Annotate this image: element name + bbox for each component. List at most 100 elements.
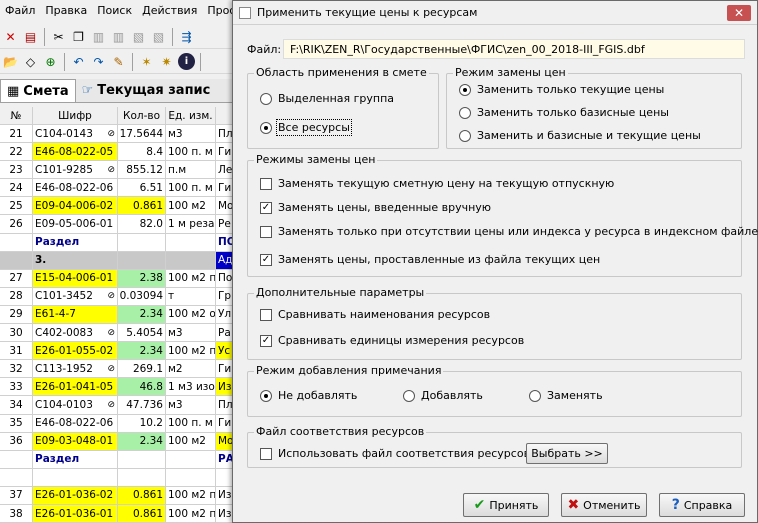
radio-selected-group[interactable]: Выделенная группа (260, 92, 394, 105)
redo-icon[interactable]: ↷ (90, 53, 107, 70)
table-row[interactable]: Раздел РА (0, 450, 240, 469)
radio-replace-both[interactable]: Заменить и базисные и текущие цены (459, 129, 701, 142)
table-row[interactable]: 28 C101-3452 ⊘ 0.03094 т Гр (0, 287, 240, 306)
cell-number: 25 (0, 197, 33, 215)
radio-note-add[interactable]: Добавлять (403, 389, 483, 402)
menu-search[interactable]: Поиск (92, 4, 137, 17)
cut-icon[interactable]: ✂ (50, 28, 67, 45)
radio-replace-current[interactable]: Заменить только текущие цены (459, 83, 664, 96)
cell-quantity: 2.34 (118, 342, 166, 360)
settings-wand-icon[interactable]: ✷ (158, 53, 175, 70)
checkbox-replace-file-prices[interactable]: ✓ Заменять цены, проставленные из файла т… (260, 253, 600, 266)
table-row[interactable]: 29E61-4-72.34100 м2 отУл (0, 305, 240, 325)
magic-wand-icon[interactable]: ✶ (138, 53, 155, 70)
radio-replace-base[interactable]: Заменить только базисные цены (459, 106, 669, 119)
table-row[interactable]: 27E15-04-006-012.38100 м2 поПо (0, 269, 240, 288)
info-icon[interactable]: i (178, 53, 195, 70)
toolbar-row-1: ✕ ▤ ✂ ❐ ▥ ▥ ▧ ▧ ⇶ (0, 25, 240, 49)
checkbox-indicator (260, 177, 272, 190)
checkbox-compare-names[interactable]: Сравнивать наименования ресурсов (260, 308, 490, 321)
copy-icon[interactable]: ❐ (70, 28, 87, 45)
tab-estimate[interactable]: ▦ Смета (0, 79, 76, 102)
radio-all-resources[interactable]: Все ресурсы (260, 119, 352, 136)
checkbox-replace-missing-index[interactable]: Заменять только при отсутствии цены или … (260, 225, 758, 238)
file-label: Файл: (247, 43, 282, 56)
menu-actions[interactable]: Действия (137, 4, 202, 17)
help-button[interactable]: ? Справка (659, 493, 745, 517)
open-icon[interactable]: 📂 (2, 53, 19, 70)
cell-unit: 100 м2 (166, 432, 216, 450)
cell-quantity: 82.0 (118, 215, 166, 233)
radio-note-none[interactable]: Не добавлять (260, 389, 357, 402)
cell-number: 28 (0, 287, 33, 305)
column-header-quantity[interactable]: Кол-во (118, 107, 166, 124)
cancel-button[interactable]: ✖ Отменить (561, 493, 647, 517)
accept-button[interactable]: ✔ Принять (463, 493, 549, 517)
cell-unit: т (166, 287, 216, 305)
sort-icon[interactable]: ⇶ (178, 28, 195, 45)
cell-code-text: C101-3452 (35, 290, 93, 303)
column-header-unit[interactable]: Ед. изм. (166, 107, 216, 124)
checkbox-replace-manual-prices[interactable]: ✓ Заменять цены, введенные вручную (260, 201, 491, 214)
menu-edit[interactable]: Правка (40, 4, 92, 17)
tab-current-record[interactable]: ☞ Текущая запис (76, 79, 217, 102)
clipboard-icon[interactable]: ▧ (130, 28, 147, 45)
cell-quantity: 855.12 (118, 161, 166, 179)
cell-code-text: E09-05-006-01 (35, 218, 114, 231)
table-row[interactable] (0, 468, 240, 487)
replace-mode-group: Режим замены цен Заменить только текущие… (446, 66, 742, 149)
checkbox-replace-estimate-price[interactable]: Заменять текущую сметную цену на текущую… (260, 177, 614, 190)
delete-icon[interactable]: ✕ (2, 28, 19, 45)
table-header: № Шифр Кол-во Ед. изм. (0, 107, 240, 125)
checkbox-indicator: ✓ (260, 253, 272, 266)
table-row[interactable]: Раздел ПО (0, 233, 240, 252)
table-row[interactable]: 33E26-01-041-0546.81 м3 изолИз (0, 378, 240, 397)
add-icon[interactable]: ⊕ (42, 53, 59, 70)
table-row[interactable]: 34 C104-0103 ⊘ 47.736 м3 Пл (0, 396, 240, 415)
toolbar-row-2: 📂 ◇ ⊕ ↶ ↷ ✎ ✶ ✷ i (0, 50, 240, 74)
table-row[interactable]: 35E46-08-022-0610.2100 п. м шГи (0, 414, 240, 433)
background-estimate-window: Файл Правка Поиск Действия Просмотр ✕ ▤ … (0, 0, 240, 523)
undo-icon[interactable]: ↶ (70, 53, 87, 70)
radio-note-replace[interactable]: Заменять (529, 389, 603, 402)
table-row[interactable]: 22E46-08-022-058.4100 п. м шГи (0, 143, 240, 162)
table-row[interactable]: 32 C113-1952 ⊘ 269.1 м2 Ги (0, 360, 240, 379)
clipboard-2-icon[interactable]: ▧ (150, 28, 167, 45)
paste-icon[interactable]: ▥ (90, 28, 107, 45)
table-row[interactable]: 37E26-01-036-020.861100 м2 псИз (0, 486, 240, 505)
checkbox-use-mapping[interactable]: Использовать файл соответствия ресурсов (260, 447, 530, 460)
cell-quantity: 17.5644 (118, 125, 166, 143)
column-header-number[interactable]: № (0, 107, 33, 124)
table-row[interactable]: 38E26-01-036-010.861100 м2 псИз (0, 504, 240, 523)
table-row[interactable]: 31E26-01-055-022.34100 м2 псУс (0, 342, 240, 361)
brush-icon[interactable]: ✎ (110, 53, 127, 70)
column-header-code[interactable]: Шифр (33, 107, 118, 124)
table-row[interactable]: 21 C104-0143 ⊘ 17.5644 м3 Пл (0, 125, 240, 144)
table-row[interactable]: 24E46-08-022-066.51100 п. м шГи (0, 179, 240, 198)
cell-code-text: E26-01-036-02 (35, 489, 114, 502)
cell-quantity: 10.2 (118, 414, 166, 432)
file-path-field[interactable]: F:\RIK\ZEN_R\Государственные\ФГИС\zen_00… (283, 39, 745, 59)
cell-code: E09-03-048-01 (33, 432, 118, 450)
eraser-icon[interactable]: ◇ (22, 53, 39, 70)
paste-special-icon[interactable]: ▥ (110, 28, 127, 45)
table-row[interactable]: 36 E09-03-048-01 2.34 100 м2 Мо (0, 432, 240, 451)
close-button[interactable]: ✕ (727, 5, 751, 21)
document-icon[interactable]: ▤ (22, 28, 39, 45)
choose-mapping-button[interactable]: Выбрать >> (526, 443, 608, 464)
cell-quantity: 8.4 (118, 143, 166, 161)
cell-code: C101-9285 ⊘ (33, 161, 118, 179)
checkbox-compare-units[interactable]: ✓ Сравнивать единицы измерения ресурсов (260, 334, 524, 347)
table-row[interactable]: 23 C101-9285 ⊘ 855.12 п.м Ле (0, 161, 240, 180)
table-row[interactable]: 30 C402-0083 ⊘ 5.4054 м3 Ра (0, 324, 240, 343)
apply-prices-dialog: Применить текущие цены к ресурсам ✕ Файл… (232, 0, 758, 523)
menu-file[interactable]: Файл (0, 4, 40, 17)
table-row[interactable]: 3. Ад (0, 251, 240, 270)
cell-code-text: 3. (35, 254, 47, 267)
toolbar-separator (172, 27, 173, 46)
table-row[interactable]: 26 E09-05-006-01 82.0 1 м реза Ре (0, 215, 240, 234)
cell-number: 38 (0, 504, 33, 523)
note-mode-group-label: Режим добавления примечания (254, 364, 444, 377)
table-row[interactable]: 25 E09-04-006-02 0.861 100 м2 Мо (0, 197, 240, 216)
replace-modes-group-label: Режимы замены цен (254, 153, 378, 166)
